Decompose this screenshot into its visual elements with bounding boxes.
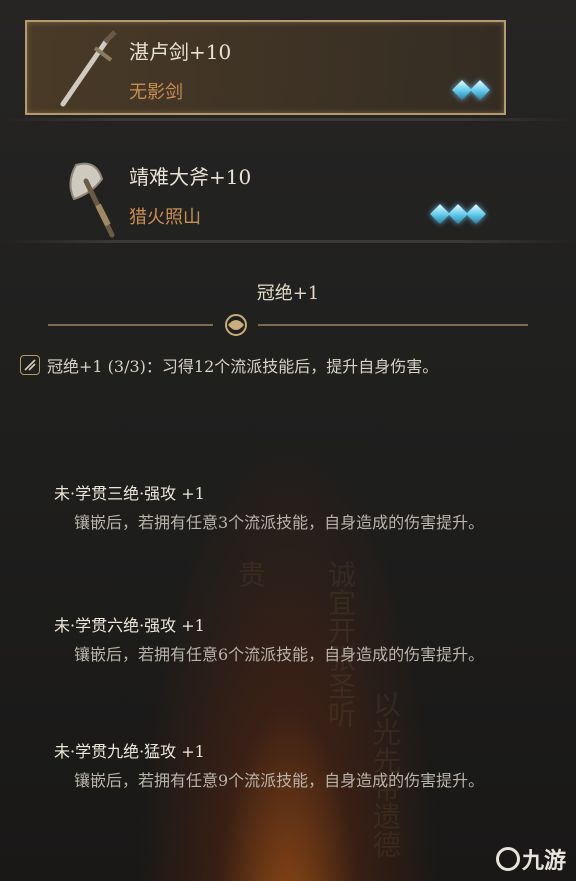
ornament-divider bbox=[48, 314, 528, 336]
perk-title: 未·学贯三绝·强攻 +1 bbox=[54, 484, 205, 503]
watermark-logo: 九游 bbox=[495, 843, 566, 875]
skill-summary: 冠绝+1 (3/3)：习得12个流派技能后，提升自身伤害。 bbox=[20, 353, 438, 377]
gem-icon bbox=[466, 204, 486, 224]
gem-icon bbox=[430, 204, 450, 224]
logo-icon bbox=[495, 847, 520, 871]
perk-description: 镶嵌后，若拥有任意6个流派技能，自身造成的伤害提升。 bbox=[74, 645, 485, 664]
equipment-slot-1[interactable]: 湛卢剑+10 无影剑 bbox=[0, 18, 576, 118]
perk-title: 未·学贯九绝·猛攻 +1 bbox=[54, 742, 205, 761]
equipment-slot-2[interactable]: 靖难大斧+10 猎火照山 bbox=[0, 145, 576, 240]
perk-entry: 未·学贯九绝·猛攻 +1 镶嵌后，若拥有任意9个流派技能，自身造成的伤害提升。 bbox=[54, 738, 554, 794]
weapon-name: 靖难大斧+10 bbox=[129, 165, 252, 189]
perk-description: 镶嵌后，若拥有任意3个流派技能，自身造成的伤害提升。 bbox=[74, 513, 485, 532]
gem-slots bbox=[430, 204, 486, 224]
divider bbox=[0, 118, 576, 121]
gem-icon bbox=[470, 80, 490, 100]
skill-summary-text: 冠绝+1 (3/3)：习得12个流派技能后，提升自身伤害。 bbox=[47, 357, 439, 376]
gem-icon bbox=[452, 80, 472, 100]
perk-title: 未·学贯六绝·强攻 +1 bbox=[54, 616, 205, 635]
divider bbox=[0, 240, 576, 243]
weapon-name: 湛卢剑+10 bbox=[129, 40, 232, 64]
weapon-skill: 猎火照山 bbox=[129, 207, 201, 228]
perk-entry: 未·学贯六绝·强攻 +1 镶嵌后，若拥有任意6个流派技能，自身造成的伤害提升。 bbox=[54, 612, 554, 668]
axe-icon bbox=[69, 162, 115, 238]
skill-icon bbox=[20, 355, 40, 375]
perk-description: 镶嵌后，若拥有任意9个流派技能，自身造成的伤害提升。 bbox=[74, 771, 485, 790]
weapon-skill: 无影剑 bbox=[129, 82, 183, 103]
perk-entry: 未·学贯三绝·强攻 +1 镶嵌后，若拥有任意3个流派技能，自身造成的伤害提升。 bbox=[54, 480, 554, 536]
background-calligraphy: 贵 bbox=[234, 560, 267, 588]
gem-icon bbox=[448, 204, 468, 224]
logo-text: 九游 bbox=[521, 849, 566, 874]
sword-icon bbox=[60, 30, 117, 107]
section-title: 冠绝+1 bbox=[256, 283, 320, 304]
gem-slots bbox=[452, 80, 490, 100]
